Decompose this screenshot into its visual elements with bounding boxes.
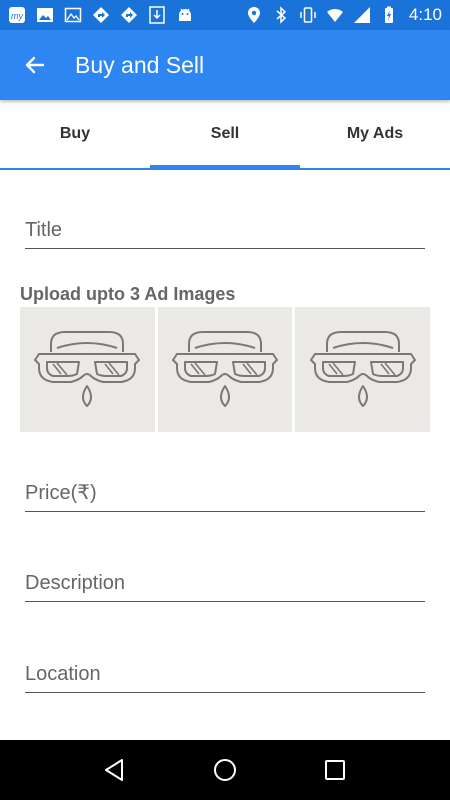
navigation-bar: [0, 740, 450, 800]
tab-bar: Buy Sell My Ads: [0, 100, 450, 170]
image-slot-1[interactable]: [20, 307, 155, 432]
nav-back-button[interactable]: [90, 745, 140, 795]
location-input[interactable]: [25, 653, 425, 692]
image-slot-3[interactable]: [295, 307, 431, 432]
back-button[interactable]: [0, 30, 70, 100]
title-input[interactable]: [25, 209, 425, 248]
my-app-icon: my: [8, 6, 26, 24]
mask-placeholder-icon: [172, 330, 278, 407]
signal-icon: [353, 6, 371, 24]
tab-my-ads[interactable]: My Ads: [300, 100, 450, 168]
mask-placeholder-icon: [34, 330, 141, 407]
price-input[interactable]: [25, 472, 425, 511]
square-recents-icon: [325, 760, 345, 780]
location-pin-icon: [245, 6, 263, 24]
image-slot-2[interactable]: [157, 307, 293, 432]
circle-home-icon: [214, 759, 236, 781]
status-time: 4:10: [408, 5, 442, 24]
price-field: [25, 472, 425, 512]
wifi-icon: [326, 6, 344, 24]
svg-text:my: my: [11, 11, 23, 21]
app-bar: Buy and Sell: [0, 30, 450, 100]
photo-icon: [64, 6, 82, 24]
nav-home-button[interactable]: [200, 745, 250, 795]
image-icon: [36, 6, 54, 24]
battery-charging-icon: [380, 6, 398, 24]
location-diamond-icon: [120, 6, 138, 24]
status-bar: my 4:10: [0, 0, 450, 30]
location-diamond-icon: [92, 6, 110, 24]
tab-buy[interactable]: Buy: [0, 100, 150, 168]
title-field: [25, 209, 425, 249]
tab-sell[interactable]: Sell: [150, 100, 300, 170]
page-title: Buy and Sell: [75, 51, 205, 78]
image-upload-row: [20, 307, 431, 432]
download-icon: [148, 6, 166, 24]
notification-icons: my: [8, 6, 245, 24]
system-icons: 4:10: [245, 5, 442, 25]
mask-placeholder-icon: [309, 330, 416, 407]
description-input[interactable]: [25, 562, 425, 601]
arrow-back-icon: [25, 56, 45, 74]
upload-images-label: Upload upto 3 Ad Images: [20, 284, 236, 304]
vibrate-icon: [299, 6, 317, 24]
triangle-back-icon: [105, 759, 123, 781]
nav-recents-button[interactable]: [310, 745, 360, 795]
android-icon: [176, 6, 194, 24]
description-field: [25, 562, 425, 602]
bluetooth-icon: [272, 6, 290, 24]
location-field: [25, 653, 425, 693]
